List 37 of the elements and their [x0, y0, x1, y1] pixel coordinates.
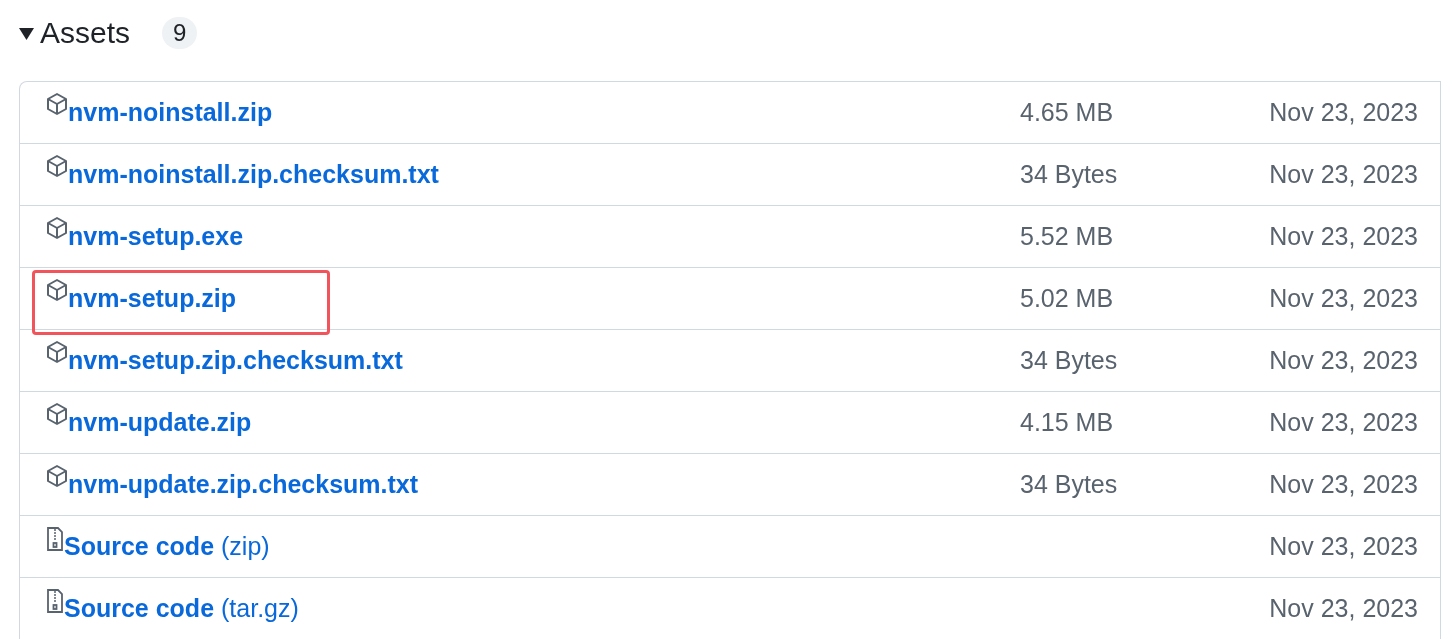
asset-date: Nov 23, 2023	[1268, 346, 1418, 375]
count-badge: 9	[162, 17, 198, 49]
file-size: 4.65 MB	[1020, 98, 1115, 127]
file-size: 34 Bytes	[1020, 160, 1119, 189]
file-size: 5.52 MB	[1020, 222, 1115, 251]
section-title: Assets	[40, 16, 131, 50]
file-size: 4.15 MB	[1020, 408, 1115, 437]
asset-date: Nov 23, 2023	[1268, 532, 1418, 561]
asset-date: Nov 23, 2023	[1268, 408, 1418, 437]
file-zip-icon	[46, 526, 64, 552]
asset-link[interactable]: nvm-setup.exe	[68, 222, 244, 251]
file-size: 5.02 MB	[1020, 284, 1115, 313]
package-icon	[46, 402, 68, 426]
asset-link[interactable]: nvm-noinstall.zip	[68, 98, 273, 127]
asset-link[interactable]: Source code (zip)	[64, 532, 270, 561]
file-size: 34 Bytes	[1020, 346, 1119, 375]
asset-link[interactable]: nvm-noinstall.zip.checksum.txt	[68, 160, 439, 189]
asset-link[interactable]: Source code (tar.gz)	[64, 594, 299, 623]
disclosure-triangle-icon[interactable]	[19, 26, 34, 40]
package-icon	[46, 278, 68, 302]
package-icon	[46, 154, 68, 178]
package-icon	[46, 92, 68, 116]
asset-link[interactable]: nvm-update.zip.checksum.txt	[68, 470, 419, 499]
asset-date: Nov 23, 2023	[1268, 98, 1418, 127]
package-icon	[46, 464, 68, 488]
asset-date: Nov 23, 2023	[1268, 284, 1418, 313]
package-icon	[46, 340, 68, 364]
package-icon	[46, 216, 68, 240]
file-size: 34 Bytes	[1020, 470, 1119, 499]
asset-date: Nov 23, 2023	[1268, 594, 1418, 623]
file-zip-icon	[46, 588, 64, 614]
asset-date: Nov 23, 2023	[1268, 222, 1418, 251]
asset-date: Nov 23, 2023	[1268, 470, 1418, 499]
asset-link[interactable]: nvm-update.zip	[68, 408, 252, 437]
asset-link[interactable]: nvm-setup.zip.checksum.txt	[68, 346, 403, 375]
asset-link[interactable]: nvm-setup.zip	[68, 284, 237, 313]
asset-date: Nov 23, 2023	[1268, 160, 1418, 189]
